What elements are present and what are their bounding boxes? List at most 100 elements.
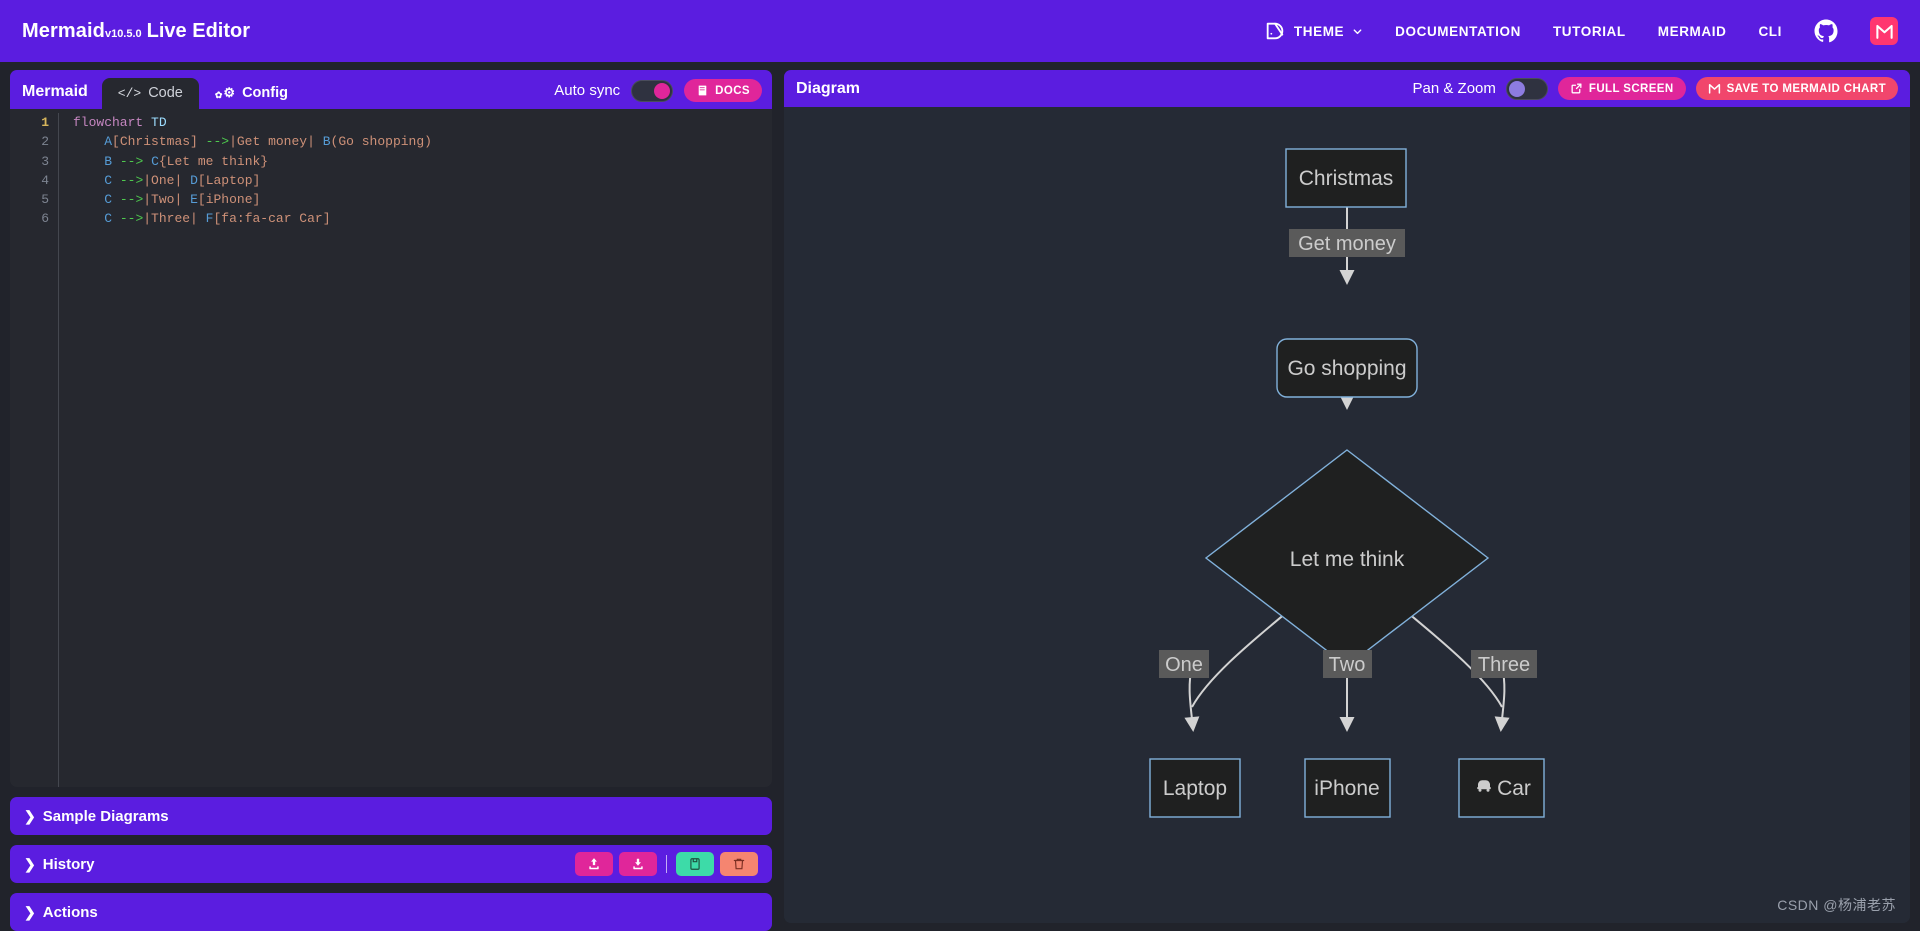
code-line: C -->|One| D[Laptop]: [104, 172, 261, 188]
code-content[interactable]: flowchart TD A[Christmas] -->|Get money|…: [73, 113, 772, 787]
editor-card: Mermaid </> Code ✿ ⚙ Config Auto sync DO…: [10, 70, 772, 787]
panel-actions[interactable]: ❯ Actions: [10, 893, 772, 931]
editor-header-actions: Auto sync DOCS: [554, 79, 762, 109]
edge-label-one: One: [1159, 650, 1209, 678]
chevron-right-icon: ❯: [24, 903, 36, 920]
save-button[interactable]: [676, 852, 714, 876]
edge-label-get-money: Get money: [1289, 229, 1405, 257]
diagram-header: Diagram Pan & Zoom FULL SCREEN SAVE TO M…: [784, 70, 1910, 107]
edge-label-two: Two: [1323, 650, 1372, 678]
trash-icon: [732, 857, 746, 871]
nav-cli[interactable]: CLI: [1758, 24, 1782, 39]
tab-config[interactable]: ✿ ⚙ Config: [199, 78, 304, 109]
svg-text:Two: Two: [1329, 654, 1366, 676]
code-line: flowchart TD: [73, 115, 167, 130]
book-icon: [696, 84, 709, 97]
save-to-mermaid-chart-button[interactable]: SAVE TO MERMAID CHART: [1695, 77, 1898, 100]
line-number: 4: [41, 172, 49, 188]
panel-sample-diagrams[interactable]: ❯ Sample Diagrams: [10, 797, 772, 835]
node-let-me-think[interactable]: Let me think: [1204, 449, 1490, 667]
editor-column: Mermaid </> Code ✿ ⚙ Config Auto sync DO…: [10, 70, 772, 931]
auto-sync-label: Auto sync: [554, 82, 621, 99]
mermaid-chart-logo[interactable]: [1870, 17, 1898, 45]
nav-theme[interactable]: THEME: [1264, 20, 1363, 42]
code-line: C -->|Two| E[iPhone]: [104, 192, 261, 208]
toggle-knob: [654, 82, 671, 99]
external-link-icon: [1570, 82, 1583, 95]
svg-text:One: One: [1165, 654, 1203, 676]
flowchart-svg: Christmas Go shopping Let me think Lapto…: [1149, 148, 1545, 818]
svg-text:Car: Car: [1497, 777, 1531, 800]
pan-zoom-label: Pan & Zoom: [1412, 80, 1496, 97]
brand-version: v10.5.0: [104, 27, 142, 40]
nav-documentation[interactable]: DOCUMENTATION: [1395, 24, 1521, 39]
editor-panel-label: Mermaid: [22, 83, 88, 100]
button-divider: [666, 855, 667, 873]
diagram-card: Diagram Pan & Zoom FULL SCREEN SAVE TO M…: [784, 70, 1910, 923]
pan-zoom-toggle[interactable]: [1505, 77, 1548, 100]
docs-button[interactable]: DOCS: [684, 79, 762, 102]
node-laptop[interactable]: Laptop: [1149, 758, 1241, 818]
main-nav: THEME DOCUMENTATION TUTORIAL MERMAID CLI: [1264, 17, 1898, 45]
line-number: 3: [41, 153, 49, 169]
svg-text:Go shopping: Go shopping: [1287, 357, 1406, 380]
save-icon: [688, 857, 702, 871]
download-icon: [631, 857, 645, 871]
diagram-canvas[interactable]: Christmas Go shopping Let me think Lapto…: [784, 107, 1910, 923]
tab-code-label: Code: [148, 85, 183, 101]
brand-name: Mermaid: [22, 19, 105, 42]
theme-icon: [1264, 20, 1286, 42]
line-number: 6: [41, 211, 49, 227]
editor-header: Mermaid </> Code ✿ ⚙ Config Auto sync DO…: [10, 70, 772, 109]
brand-suffix: Live Editor: [146, 19, 251, 42]
line-number: 5: [41, 192, 49, 208]
nav-theme-label: THEME: [1293, 23, 1345, 39]
svg-text:Three: Three: [1478, 654, 1530, 676]
svg-text:Get money: Get money: [1298, 233, 1396, 255]
workspace: Mermaid </> Code ✿ ⚙ Config Auto sync DO…: [0, 62, 1920, 931]
code-editor[interactable]: 1 2 3 4 5 6 flowchart TD A[Christmas] --…: [10, 109, 772, 787]
chevron-down-icon: [1352, 26, 1363, 37]
full-screen-label: FULL SCREEN: [1588, 82, 1674, 95]
panel-history[interactable]: ❯ History: [10, 845, 772, 883]
svg-text:Christmas: Christmas: [1299, 167, 1394, 190]
watermark: CSDN @杨浦老苏: [1777, 897, 1896, 913]
svg-text:iPhone: iPhone: [1314, 777, 1379, 800]
download-button[interactable]: [619, 852, 657, 876]
full-screen-button[interactable]: FULL SCREEN: [1557, 77, 1686, 100]
gears-icon: ✿ ⚙: [214, 85, 236, 100]
tab-config-label: Config: [242, 85, 288, 101]
nav-mermaid[interactable]: MERMAID: [1658, 24, 1727, 39]
delete-button[interactable]: [720, 852, 758, 876]
upload-button[interactable]: [575, 852, 613, 876]
chevron-right-icon: ❯: [24, 855, 36, 872]
github-icon: [1814, 19, 1838, 43]
code-line: C -->|Three| F[fa:fa-car Car]: [104, 211, 331, 227]
svg-text:Laptop: Laptop: [1163, 777, 1227, 800]
save-to-mermaid-chart-label: SAVE TO MERMAID CHART: [1726, 82, 1886, 95]
panel-sample-diagrams-label: Sample Diagrams: [42, 807, 169, 825]
diagram-header-actions: Pan & Zoom FULL SCREEN SAVE TO MERMAID C…: [1413, 77, 1898, 100]
auto-sync-toggle[interactable]: [631, 79, 674, 102]
code-icon: </>: [117, 85, 142, 101]
top-navigation-bar: Mermaid v10.5.0 Live Editor THEME DOCUME…: [0, 0, 1920, 62]
code-line: A[Christmas] -->|Get money| B(Go shoppin…: [104, 134, 432, 150]
diagram-title: Diagram: [796, 79, 861, 97]
gutter-divider: [58, 113, 59, 787]
docs-label: DOCS: [715, 84, 750, 97]
svg-text:Let me think: Let me think: [1290, 548, 1405, 571]
tab-code[interactable]: </> Code: [101, 78, 199, 109]
panel-actions-label: Actions: [42, 903, 98, 921]
code-line: B --> C{Let me think}: [104, 153, 269, 169]
upload-icon: [587, 857, 601, 871]
node-car[interactable]: Car: [1458, 758, 1545, 818]
line-number-gutter: 1 2 3 4 5 6: [10, 113, 58, 787]
line-number: 1: [41, 115, 49, 130]
node-go-shopping[interactable]: Go shopping: [1276, 338, 1418, 398]
github-link[interactable]: [1814, 19, 1838, 43]
editor-tabs: Mermaid </> Code ✿ ⚙ Config: [22, 70, 304, 109]
node-christmas[interactable]: Christmas: [1285, 148, 1407, 208]
nav-tutorial[interactable]: TUTORIAL: [1553, 24, 1626, 39]
brand-logo[interactable]: Mermaid v10.5.0 Live Editor: [22, 20, 250, 43]
node-iphone[interactable]: iPhone: [1304, 758, 1391, 818]
